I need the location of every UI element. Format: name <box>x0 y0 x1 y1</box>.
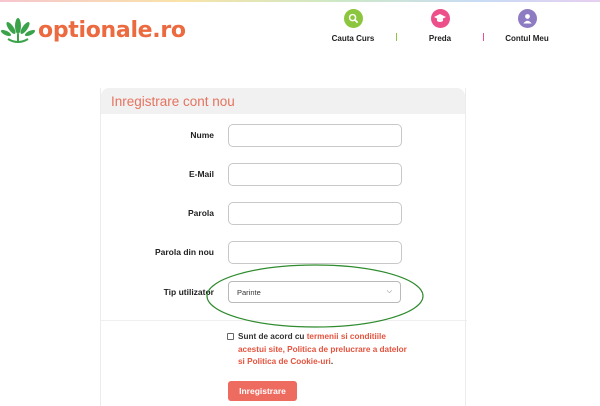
form-row-name: Nume <box>101 123 467 147</box>
form-row-password: Parola <box>101 201 467 225</box>
page-title: Inregistrare cont nou <box>111 93 235 109</box>
terms-prefix: Sunt de acord cu <box>238 332 307 341</box>
terms-text: Sunt de acord cu termenii si conditiile … <box>238 331 407 369</box>
search-icon <box>343 9 363 28</box>
registration-panel: Inregistrare cont nou Nume E-Mail Parola… <box>100 88 467 406</box>
nav-label: Contul Meu <box>505 34 549 43</box>
leaf-logo-icon <box>0 18 36 43</box>
password-confirm-label: Parola din nou <box>154 247 214 257</box>
site-logo[interactable]: optionale.ro <box>0 10 186 50</box>
nav-separator <box>483 33 484 41</box>
highlight-ellipse <box>206 264 424 328</box>
password-field[interactable] <box>228 201 402 225</box>
form-row-email: E-Mail <box>101 162 467 186</box>
email-field[interactable] <box>228 162 402 186</box>
terms-agreement: Sunt de acord cu termenii si conditiile … <box>227 331 407 369</box>
password-label: Parola <box>188 208 214 218</box>
nav-item-cauta-curs[interactable]: Cauta Curs <box>324 9 382 43</box>
nav-item-contul-meu[interactable]: Contul Meu <box>498 9 556 43</box>
nav-item-preda[interactable]: Preda <box>411 9 469 43</box>
name-label: Nume <box>190 130 214 140</box>
form-row-password-confirm: Parola din nou <box>101 240 467 264</box>
terms-checkbox[interactable] <box>227 333 234 340</box>
panel-header: Inregistrare cont nou <box>101 88 465 114</box>
top-nav: Cauta Curs Preda Contul Meu <box>324 9 556 43</box>
password-confirm-field[interactable] <box>228 240 402 264</box>
top-color-strip <box>0 0 600 2</box>
name-field[interactable] <box>228 123 402 147</box>
user-icon <box>517 9 537 28</box>
terms-suffix: . <box>330 357 334 366</box>
brand-name: optionale.ro <box>38 17 186 43</box>
nav-separator <box>396 33 397 41</box>
register-button[interactable]: Inregistrare <box>228 381 297 401</box>
nav-label: Preda <box>428 34 452 43</box>
email-label: E-Mail <box>188 169 214 179</box>
graduation-cap-icon <box>430 9 450 28</box>
nav-label: Cauta Curs <box>331 34 375 43</box>
